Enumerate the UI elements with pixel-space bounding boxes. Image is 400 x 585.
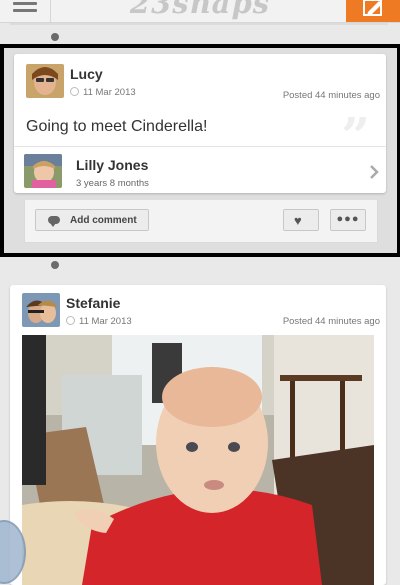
author-avatar[interactable] <box>22 293 60 327</box>
like-button[interactable]: ♥ <box>283 209 319 231</box>
divider <box>14 146 386 147</box>
clock-icon <box>66 316 75 325</box>
add-comment-label: Add comment <box>70 215 137 226</box>
selected-post-frame: Lucy 11 Mar 2013 Posted 44 minutes ago G… <box>0 44 400 257</box>
pencil-edit-icon <box>363 0 382 16</box>
post-author[interactable]: Lucy <box>70 66 103 82</box>
post-actions-bar: Add comment ♥ ●●● <box>24 200 378 243</box>
quote-icon: ” <box>341 106 370 165</box>
app-header: 23snaps <box>0 0 400 23</box>
child-age: 3 years 8 months <box>76 178 149 189</box>
header-shadow <box>10 23 388 25</box>
post-date-text: 11 Mar 2013 <box>83 87 136 98</box>
chevron-right-icon[interactable] <box>368 165 380 179</box>
post-date: 11 Mar 2013 <box>66 316 132 327</box>
more-options-button[interactable]: ●●● <box>330 209 366 231</box>
timeline-dot <box>51 33 59 41</box>
post-date-text: 11 Mar 2013 <box>79 316 132 327</box>
child-name[interactable]: Lilly Jones <box>76 157 148 173</box>
post-date: 11 Mar 2013 <box>70 87 136 98</box>
posted-time: Posted 44 minutes ago <box>282 90 380 101</box>
comment-icon <box>48 216 60 227</box>
post-author[interactable]: Stefanie <box>66 295 120 311</box>
clock-icon <box>70 87 79 96</box>
timeline-dot <box>51 261 59 269</box>
post-text: Going to meet Cinderella! <box>26 118 208 135</box>
more-dots-icon: ●●● <box>336 213 360 225</box>
posted-time: Posted 44 minutes ago <box>282 316 380 327</box>
post-card[interactable]: Stefanie 11 Mar 2013 Posted 44 minutes a… <box>10 285 386 585</box>
heart-icon: ♥ <box>294 213 302 228</box>
add-comment-button[interactable]: Add comment <box>35 209 149 231</box>
author-avatar[interactable] <box>26 64 64 98</box>
app-title: 23snaps <box>129 0 271 20</box>
post-photo[interactable] <box>22 335 374 585</box>
post-card[interactable]: Lucy 11 Mar 2013 Posted 44 minutes ago G… <box>14 54 386 193</box>
child-avatar[interactable] <box>24 154 62 188</box>
compose-button[interactable] <box>346 0 400 22</box>
